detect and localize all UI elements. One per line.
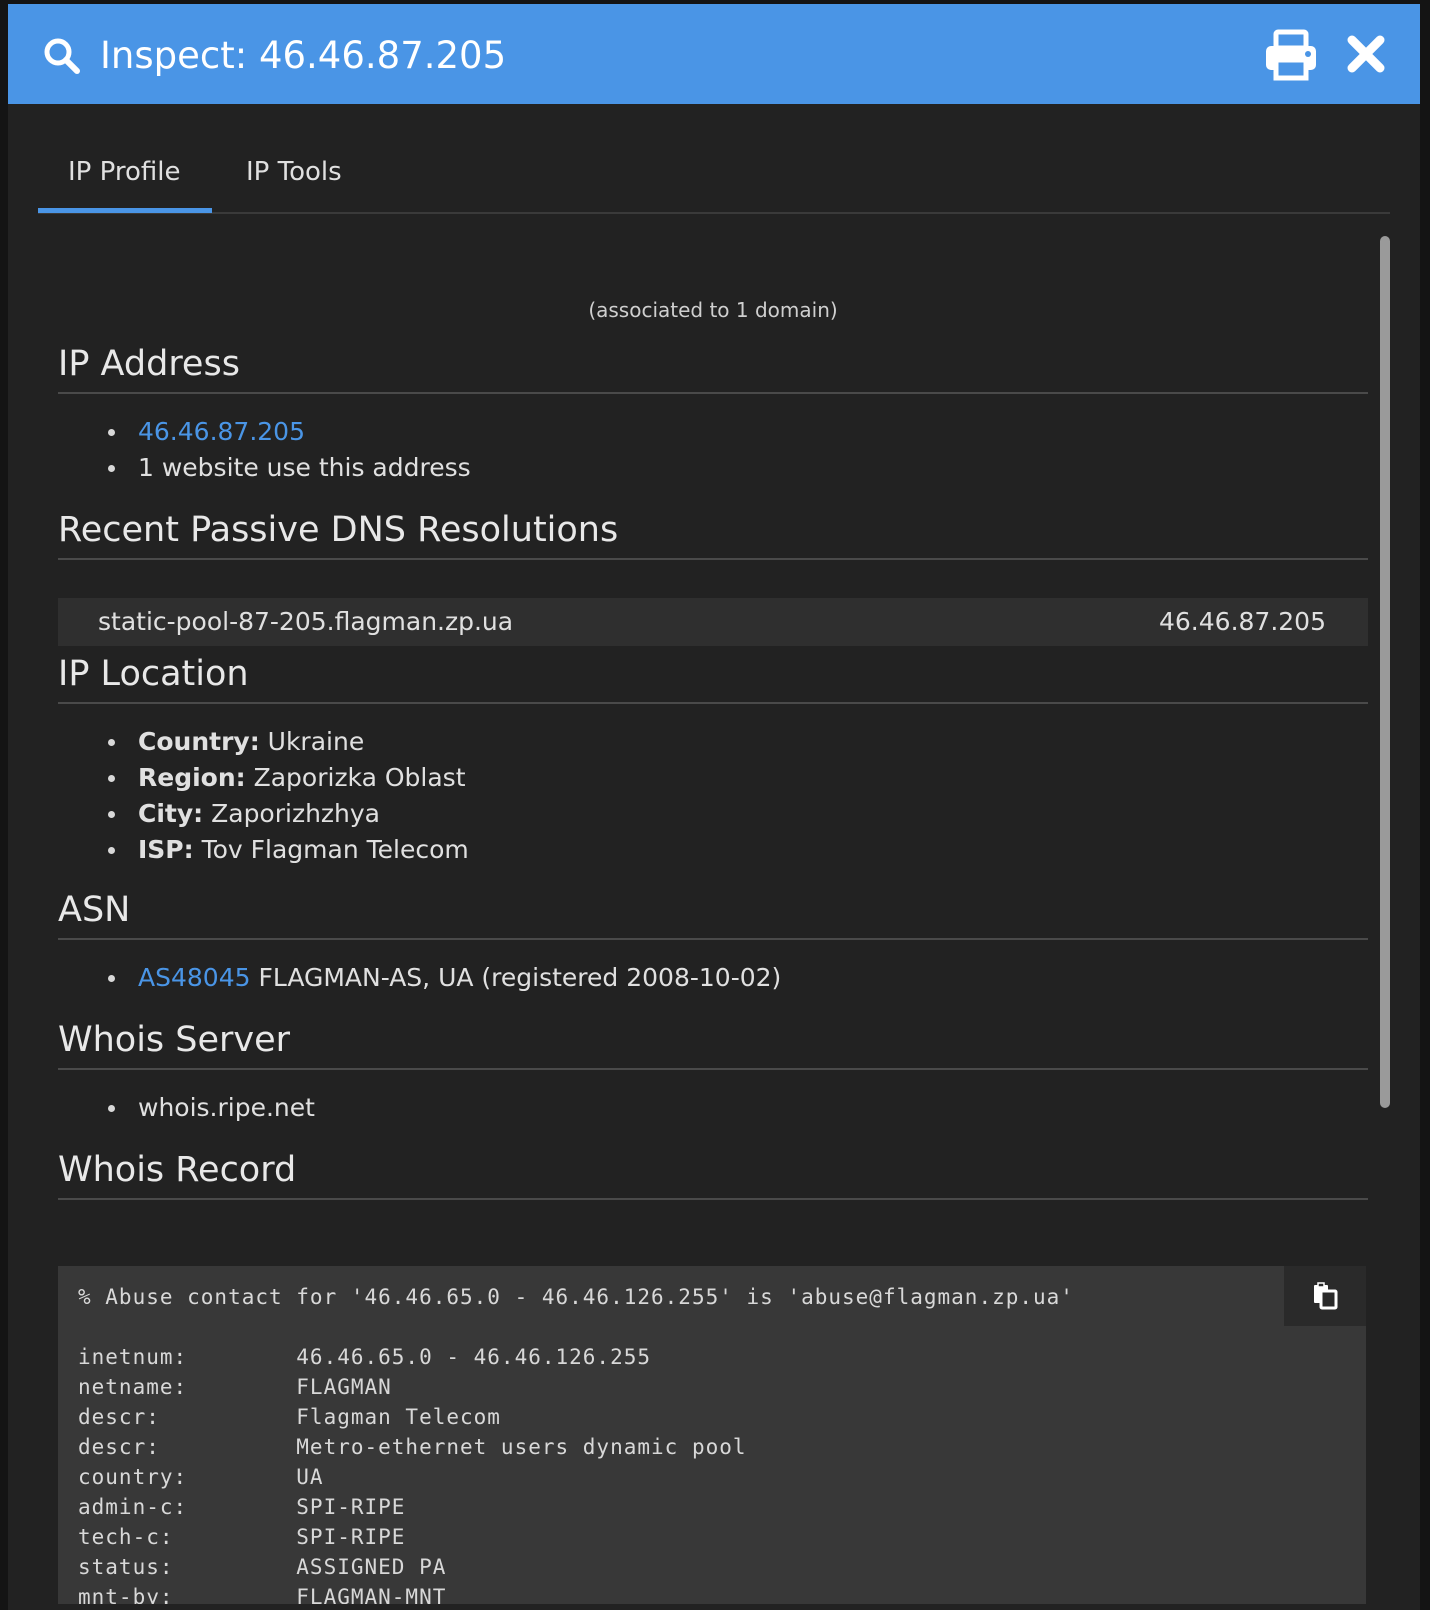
print-icon — [1266, 29, 1316, 81]
tab-ip-tools[interactable]: IP Tools — [246, 156, 342, 188]
region-label: Region: — [138, 763, 246, 792]
section-whois-record-title: Whois Record — [58, 1148, 1368, 1200]
isp-value: Tov Flagman Telecom — [193, 835, 469, 864]
tab-ip-profile[interactable]: IP Profile — [68, 156, 180, 188]
asn-list: AS48045 FLAGMAN-AS, UA (registered 2008-… — [107, 960, 782, 996]
list-item: whois.ripe.net — [108, 1090, 315, 1126]
section-ip-address-title: IP Address — [58, 342, 1368, 394]
copy-button[interactable] — [1284, 1266, 1366, 1326]
list-item-country: Country: Ukraine — [108, 724, 469, 760]
dns-ip: 46.46.87.205 — [1159, 607, 1326, 636]
list-item: AS48045 FLAGMAN-AS, UA (registered 2008-… — [107, 960, 782, 996]
list-item-region: Region: Zaporizka Oblast — [108, 760, 469, 796]
ip-address-link[interactable]: 46.46.87.205 — [138, 417, 305, 446]
list-item-isp: ISP: Tov Flagman Telecom — [108, 832, 469, 868]
section-whois-server-title: Whois Server — [58, 1018, 1368, 1070]
whois-record-text: % Abuse contact for '46.46.65.0 - 46.46.… — [78, 1285, 1074, 1604]
whois-record-box: % Abuse contact for '46.46.65.0 - 46.46.… — [58, 1266, 1366, 1604]
modal-header: Inspect: 46.46.87.205 — [8, 4, 1420, 104]
list-item: 1 website use this address — [108, 450, 471, 486]
isp-label: ISP: — [138, 835, 194, 864]
search-icon — [42, 36, 82, 76]
close-button[interactable] — [1344, 32, 1388, 76]
print-button[interactable] — [1262, 28, 1320, 82]
inspect-modal: Inspect: 46.46.87.205 IP Profile IP Tool… — [8, 4, 1420, 1610]
profile-content: (associated to 1 domain) IP Address 46.4… — [58, 216, 1368, 1604]
country-label: Country: — [138, 727, 260, 756]
close-icon — [1347, 35, 1385, 73]
copy-icon — [1314, 1282, 1338, 1310]
country-value: Ukraine — [259, 727, 365, 756]
active-tab-indicator — [38, 208, 212, 213]
city-label: City: — [138, 799, 204, 828]
list-item: 46.46.87.205 — [108, 414, 471, 450]
whois-server-list: whois.ripe.net — [108, 1090, 315, 1126]
city-value: Zaporizhzhya — [203, 799, 381, 828]
region-value: Zaporizka Oblast — [245, 763, 466, 792]
modal-title: Inspect: 46.46.87.205 — [100, 34, 507, 77]
section-asn-title: ASN — [58, 888, 1368, 940]
ip-address-list: 46.46.87.205 1 website use this address — [108, 414, 471, 486]
section-dns-title: Recent Passive DNS Resolutions — [58, 508, 1368, 560]
dns-resolution-row: static-pool-87-205.flagman.zp.ua 46.46.8… — [58, 598, 1368, 646]
tab-bar: IP Profile IP Tools — [38, 104, 1390, 214]
asn-description: FLAGMAN-AS, UA (registered 2008-10-02) — [250, 963, 782, 992]
list-item-city: City: Zaporizhzhya — [108, 796, 469, 832]
dns-host: static-pool-87-205.flagman.zp.ua — [98, 607, 514, 636]
scrollbar[interactable] — [1380, 236, 1390, 1108]
associated-domains-text: (associated to 1 domain) — [588, 298, 838, 322]
asn-link[interactable]: AS48045 — [138, 963, 251, 992]
ip-location-list: Country: Ukraine Region: Zaporizka Oblas… — [108, 724, 469, 868]
section-ip-location-title: IP Location — [58, 652, 1368, 704]
